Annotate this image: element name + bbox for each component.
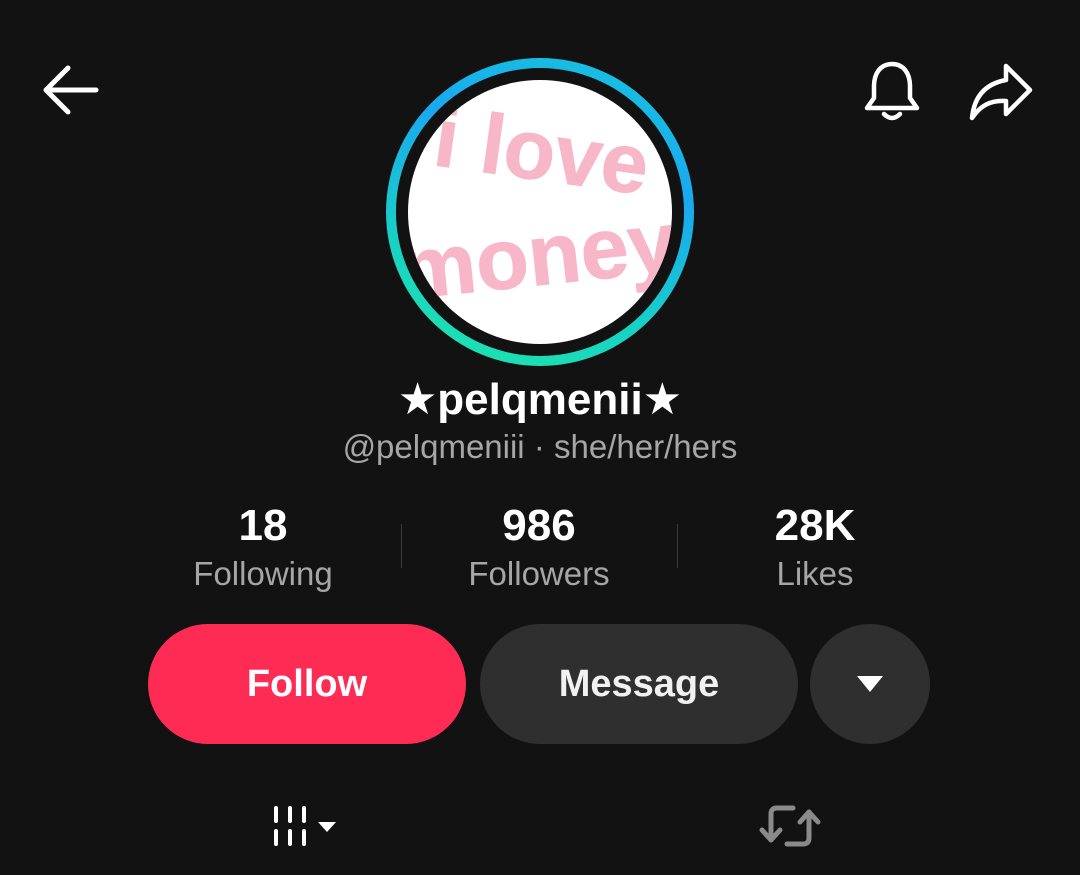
pronouns: she/her/hers bbox=[554, 428, 738, 465]
arrow-left-icon[interactable] bbox=[40, 62, 102, 118]
followers-stat[interactable]: 986 Followers bbox=[401, 500, 677, 596]
username: @pelqmeniii bbox=[342, 428, 525, 465]
caret-down-icon bbox=[857, 676, 883, 692]
following-count: 18 bbox=[238, 501, 288, 550]
following-label: Following bbox=[193, 555, 333, 592]
handle-line: @pelqmeniii · she/her/hers bbox=[0, 426, 1080, 468]
likes-count: 28K bbox=[774, 501, 856, 550]
likes-stat[interactable]: 28K Likes bbox=[677, 500, 953, 596]
bell-icon[interactable] bbox=[862, 58, 922, 124]
tab-videos[interactable] bbox=[250, 792, 350, 860]
avatar-text-bottom: money bbox=[408, 194, 672, 318]
chevron-down-icon bbox=[318, 822, 336, 832]
separator-dot: · bbox=[533, 428, 545, 465]
avatar-image: i love money bbox=[408, 89, 672, 319]
followers-label: Followers bbox=[468, 555, 610, 592]
message-button[interactable]: Message bbox=[480, 624, 798, 744]
repost-icon bbox=[759, 805, 821, 847]
follow-button[interactable]: Follow bbox=[148, 624, 466, 744]
followers-count: 986 bbox=[502, 501, 576, 550]
tab-reposts[interactable] bbox=[750, 792, 830, 860]
likes-label: Likes bbox=[776, 555, 854, 592]
following-stat[interactable]: 18 Following bbox=[125, 500, 401, 596]
display-name: ★pelqmenii★ bbox=[397, 375, 683, 424]
share-arrow-icon[interactable] bbox=[968, 60, 1034, 122]
video-grid-icon bbox=[274, 806, 336, 846]
more-options-button[interactable] bbox=[810, 624, 930, 744]
avatar-story-ring[interactable]: i love money bbox=[386, 58, 694, 366]
avatar-text-top: i love bbox=[429, 90, 655, 213]
profile-page: i love money ★pelqmenii★ @pelqmeniii · s… bbox=[0, 0, 1080, 875]
avatar[interactable]: i love money bbox=[408, 80, 672, 344]
